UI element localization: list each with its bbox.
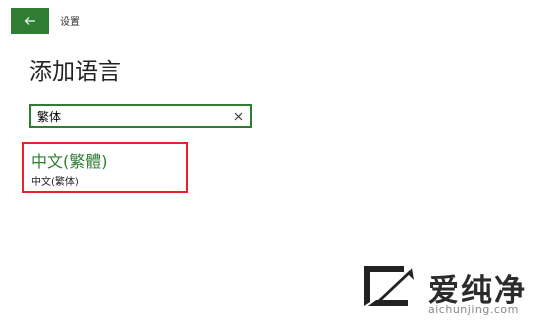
- language-local-name: 中文(繁体): [31, 177, 79, 188]
- page-title: 添加语言: [29, 59, 121, 85]
- watermark-logo: [364, 266, 414, 306]
- arrow-left-icon: [24, 17, 35, 25]
- search-box[interactable]: [29, 104, 252, 128]
- language-native-name: 中文(繁體): [31, 152, 108, 171]
- language-result-item[interactable]: 中文(繁體) 中文(繁体): [22, 142, 188, 193]
- window-title: 设置: [60, 17, 80, 28]
- watermark-url: aichunjing.com: [428, 303, 519, 316]
- clear-search-button[interactable]: [231, 109, 245, 123]
- close-icon: [234, 112, 242, 120]
- back-button[interactable]: [11, 8, 49, 34]
- watermark: 爱纯净 aichunjing.com: [360, 262, 552, 318]
- search-input[interactable]: [37, 107, 227, 125]
